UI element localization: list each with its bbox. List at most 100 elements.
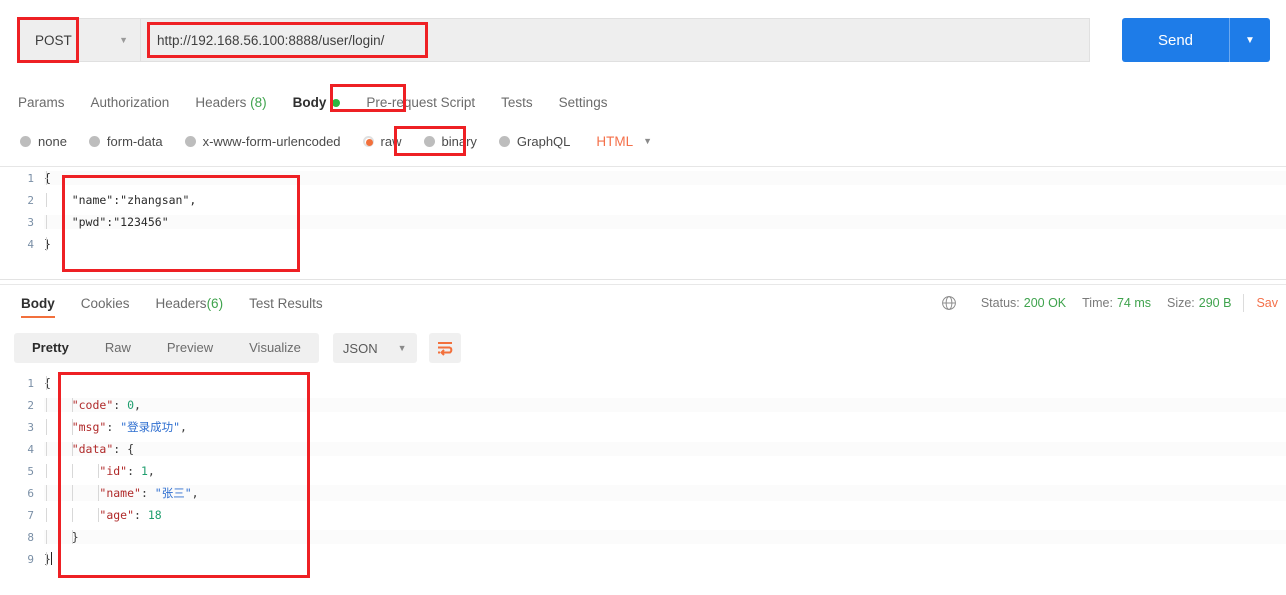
radio-icon[interactable] — [89, 136, 100, 147]
request-tab-label: Tests — [501, 95, 533, 110]
indent-guide — [72, 485, 73, 501]
line-content: { — [44, 171, 1286, 185]
request-tab-authorization[interactable]: Authorization — [91, 95, 170, 110]
editor-line: 4 "data": { — [0, 438, 1286, 460]
request-tab-params[interactable]: Params — [18, 95, 65, 110]
request-tab-count: (8) — [246, 95, 266, 110]
request-tab-headers[interactable]: Headers (8) — [195, 95, 266, 110]
indent-guide — [46, 485, 47, 501]
token-pun: : — [141, 486, 155, 500]
indent-guide — [46, 398, 47, 412]
token-pun: : — [134, 508, 148, 522]
url-input[interactable]: http://192.168.56.100:8888/user/login/ — [140, 18, 1090, 62]
request-tab-label: Params — [18, 95, 65, 110]
text-caret — [51, 552, 52, 565]
line-content: "data": { — [44, 442, 1286, 456]
token-str: "登录成功" — [120, 420, 180, 434]
wrap-lines-icon[interactable] — [429, 333, 461, 363]
radio-icon[interactable] — [363, 136, 374, 147]
body-type-form-data[interactable]: form-data — [89, 134, 163, 149]
radio-icon[interactable] — [20, 136, 31, 147]
body-type-binary[interactable]: binary — [424, 134, 477, 149]
request-tab-body[interactable]: Body — [293, 95, 341, 110]
save-response-button[interactable]: Sav — [1256, 296, 1278, 310]
line-number: 1 — [0, 377, 44, 390]
editor-line: 3 "msg": "登录成功", — [0, 416, 1286, 438]
line-content: "age": 18 — [44, 508, 1286, 522]
line-content: "name": "张三", — [44, 485, 1286, 501]
line-number: 4 — [0, 238, 44, 251]
request-tab-label: Body — [293, 95, 327, 110]
raw-format-select[interactable]: HTML ▼ — [596, 134, 652, 149]
radio-icon[interactable] — [499, 136, 510, 147]
line-content: "msg": "登录成功", — [44, 419, 1286, 435]
body-type-label: x-www-form-urlencoded — [203, 134, 341, 149]
body-present-dot-icon — [332, 99, 340, 107]
body-type-none[interactable]: none — [20, 134, 67, 149]
response-tab-label: Body — [21, 296, 55, 311]
body-type-x-www-form-urlencoded[interactable]: x-www-form-urlencoded — [185, 134, 341, 149]
view-mode-visualize[interactable]: Visualize — [231, 333, 319, 363]
body-type-label: none — [38, 134, 67, 149]
line-content: } — [44, 237, 1286, 251]
radio-icon[interactable] — [185, 136, 196, 147]
line-content: "pwd":"123456" — [44, 215, 1286, 229]
postman-window: POST ▼ http://192.168.56.100:8888/user/l… — [0, 0, 1286, 595]
indent-guide — [46, 419, 47, 435]
body-type-label: form-data — [107, 134, 163, 149]
editor-line: 2 "code": 0, — [0, 394, 1286, 416]
editor-line: 3 "pwd":"123456" — [0, 211, 1286, 233]
request-tabs: Params Authorization Headers (8) Body Pre-re… — [0, 84, 1286, 120]
response-tab-cookies[interactable]: Cookies — [81, 285, 130, 321]
indent-guide — [46, 442, 47, 456]
chevron-down-icon: ▼ — [119, 35, 128, 45]
view-mode-raw[interactable]: Raw — [87, 333, 149, 363]
http-method-select[interactable]: POST ▼ — [18, 18, 140, 62]
token-key: "age" — [99, 508, 134, 522]
response-format-label: JSON — [343, 341, 378, 356]
view-mode-preview[interactable]: Preview — [149, 333, 231, 363]
token-pun: , — [148, 464, 155, 478]
editor-line: 9} — [0, 548, 1286, 570]
response-tab-body[interactable]: Body — [21, 285, 55, 321]
line-number: 1 — [0, 172, 44, 185]
indent-guide — [46, 171, 47, 185]
response-tab-label: Headers — [156, 296, 207, 311]
token-num: 0 — [127, 398, 134, 412]
response-format-select[interactable]: JSON ▼ — [333, 333, 417, 363]
radio-icon[interactable] — [424, 136, 435, 147]
indent-guide — [46, 464, 47, 478]
request-tab-settings[interactable]: Settings — [559, 95, 608, 110]
token-key: "id" — [99, 464, 127, 478]
token-pun: : — [113, 398, 127, 412]
body-type-raw[interactable]: raw — [363, 134, 402, 149]
response-view-modes: PrettyRawPreviewVisualize — [14, 333, 319, 363]
editor-line: 5 "id": 1, — [0, 460, 1286, 482]
token-str: "张三" — [155, 486, 192, 500]
indent-guide — [46, 376, 47, 390]
request-tab-label: Settings — [559, 95, 608, 110]
response-tab-headers[interactable]: Headers (6) — [156, 285, 224, 321]
view-mode-pretty[interactable]: Pretty — [14, 333, 87, 363]
body-type-label: binary — [442, 134, 477, 149]
token-pun: , — [180, 420, 187, 434]
body-type-graphql[interactable]: GraphQL — [499, 134, 570, 149]
status-label: Status: — [981, 296, 1020, 310]
chevron-down-icon[interactable]: ▼ — [1230, 35, 1270, 46]
chevron-down-icon: ▼ — [398, 343, 407, 353]
request-tab-tests[interactable]: Tests — [501, 95, 533, 110]
response-tab-test-results[interactable]: Test Results — [249, 285, 323, 321]
response-body-editor[interactable]: 1{2 "code": 0,3 "msg": "登录成功",4 "data": … — [0, 372, 1286, 582]
request-tab-label: Authorization — [91, 95, 170, 110]
send-button[interactable]: Send ▼ — [1122, 18, 1270, 62]
indent-guide — [46, 530, 47, 544]
request-tab-pre-request-script[interactable]: Pre-request Script — [366, 95, 475, 110]
size-value: 290 B — [1199, 296, 1232, 310]
response-meta: Status: 200 OK Time: 74 ms Size: 290 B S… — [941, 285, 1278, 321]
editor-line: 1{ — [0, 372, 1286, 394]
meta-divider — [1243, 294, 1244, 312]
request-body-editor[interactable]: 1{2 "name":"zhangsan",3 "pwd":"123456"4} — [0, 166, 1286, 280]
response-tab-count: (6) — [207, 296, 224, 311]
send-button-label: Send — [1122, 32, 1229, 49]
body-type-options: none form-data x-www-form-urlencoded raw bin… — [0, 124, 1286, 158]
